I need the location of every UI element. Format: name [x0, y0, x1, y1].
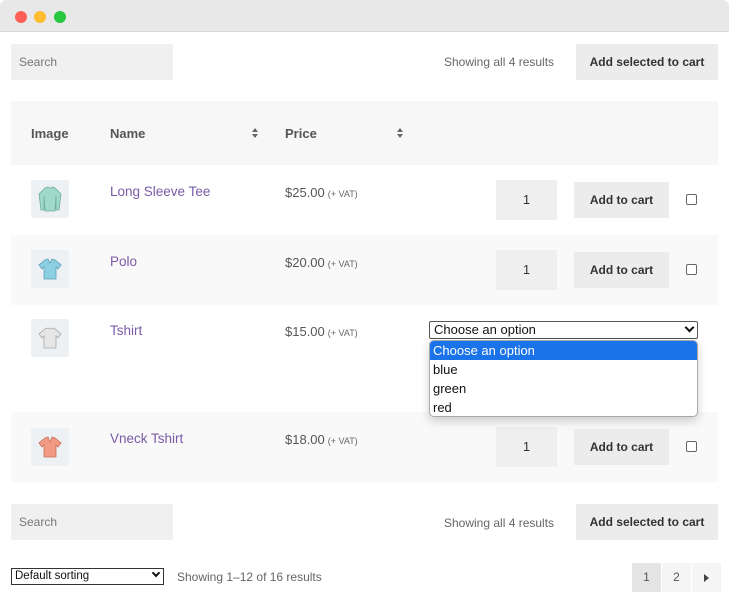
product-link[interactable]: Tshirt [110, 323, 142, 338]
chevron-down-icon [684, 322, 695, 333]
polo-icon[interactable] [31, 250, 69, 288]
add-selected-to-cart-button[interactable]: Add selected to cart [576, 44, 718, 80]
search-input[interactable]: Search [11, 504, 173, 540]
add-selected-to-cart-button[interactable]: Add selected to cart [576, 504, 718, 540]
search-input[interactable]: Search [11, 44, 173, 80]
table-row: Vneck Tshirt $18.00 (+ VAT) 1 Add to cart [11, 412, 718, 482]
sort-name-icon[interactable] [252, 128, 260, 140]
product-link[interactable]: Long Sleeve Tee [110, 184, 210, 199]
product-price: $15.00 (+ VAT) [285, 324, 358, 339]
select-checkbox[interactable] [686, 441, 697, 452]
table-row: Long Sleeve Tee $25.00 (+ VAT) 1 Add to c… [11, 165, 718, 235]
product-link[interactable]: Polo [110, 254, 137, 269]
sorting-select[interactable]: Default sorting [11, 568, 164, 585]
product-price: $20.00 (+ VAT) [285, 255, 358, 270]
quantity-input[interactable]: 1 [496, 250, 557, 290]
add-to-cart-button[interactable]: Add to cart [574, 182, 669, 218]
close-window-button[interactable] [15, 11, 27, 23]
minimize-window-button[interactable] [34, 11, 46, 23]
chevron-down-icon [151, 568, 161, 578]
page-2-button[interactable]: 2 [662, 563, 691, 592]
product-price: $18.00 (+ VAT) [285, 432, 358, 447]
pagination-info: Showing 1–12 of 16 results [177, 570, 322, 584]
next-page-button[interactable] [692, 563, 721, 592]
add-to-cart-button[interactable]: Add to cart [574, 252, 669, 288]
add-to-cart-button[interactable]: Add to cart [574, 429, 669, 465]
product-link[interactable]: Vneck Tshirt [110, 431, 183, 446]
column-header-name[interactable]: Name [110, 126, 145, 141]
dropdown-option[interactable]: blue [430, 360, 697, 379]
maximize-window-button[interactable] [54, 11, 66, 23]
select-checkbox[interactable] [686, 194, 697, 205]
quantity-input[interactable]: 1 [496, 427, 557, 467]
page-1-button[interactable]: 1 [632, 563, 661, 592]
sort-price-icon[interactable] [397, 128, 405, 140]
long-sleeve-tee-icon[interactable] [31, 180, 69, 218]
results-count: Showing all 4 results [444, 516, 555, 530]
dropdown-option[interactable]: green [430, 379, 697, 398]
window-titlebar [0, 0, 729, 32]
vneck-tshirt-icon[interactable] [31, 428, 69, 466]
tshirt-icon[interactable] [31, 319, 69, 357]
product-price: $25.00 (+ VAT) [285, 185, 358, 200]
results-count: Showing all 4 results [444, 55, 555, 69]
variation-select[interactable]: Choose an option [429, 321, 698, 339]
dropdown-option[interactable]: red [430, 398, 697, 416]
variation-dropdown: Choose an option blue green red [429, 340, 698, 417]
table-row: Polo $20.00 (+ VAT) 1 Add to cart [11, 235, 718, 305]
select-checkbox[interactable] [686, 264, 697, 275]
quantity-input[interactable]: 1 [496, 180, 557, 220]
column-header-price[interactable]: Price [285, 126, 317, 141]
table-header: Image Name Price [11, 101, 718, 165]
column-header-image: Image [31, 126, 69, 141]
dropdown-option[interactable]: Choose an option [430, 341, 697, 360]
chevron-right-icon [704, 574, 709, 582]
